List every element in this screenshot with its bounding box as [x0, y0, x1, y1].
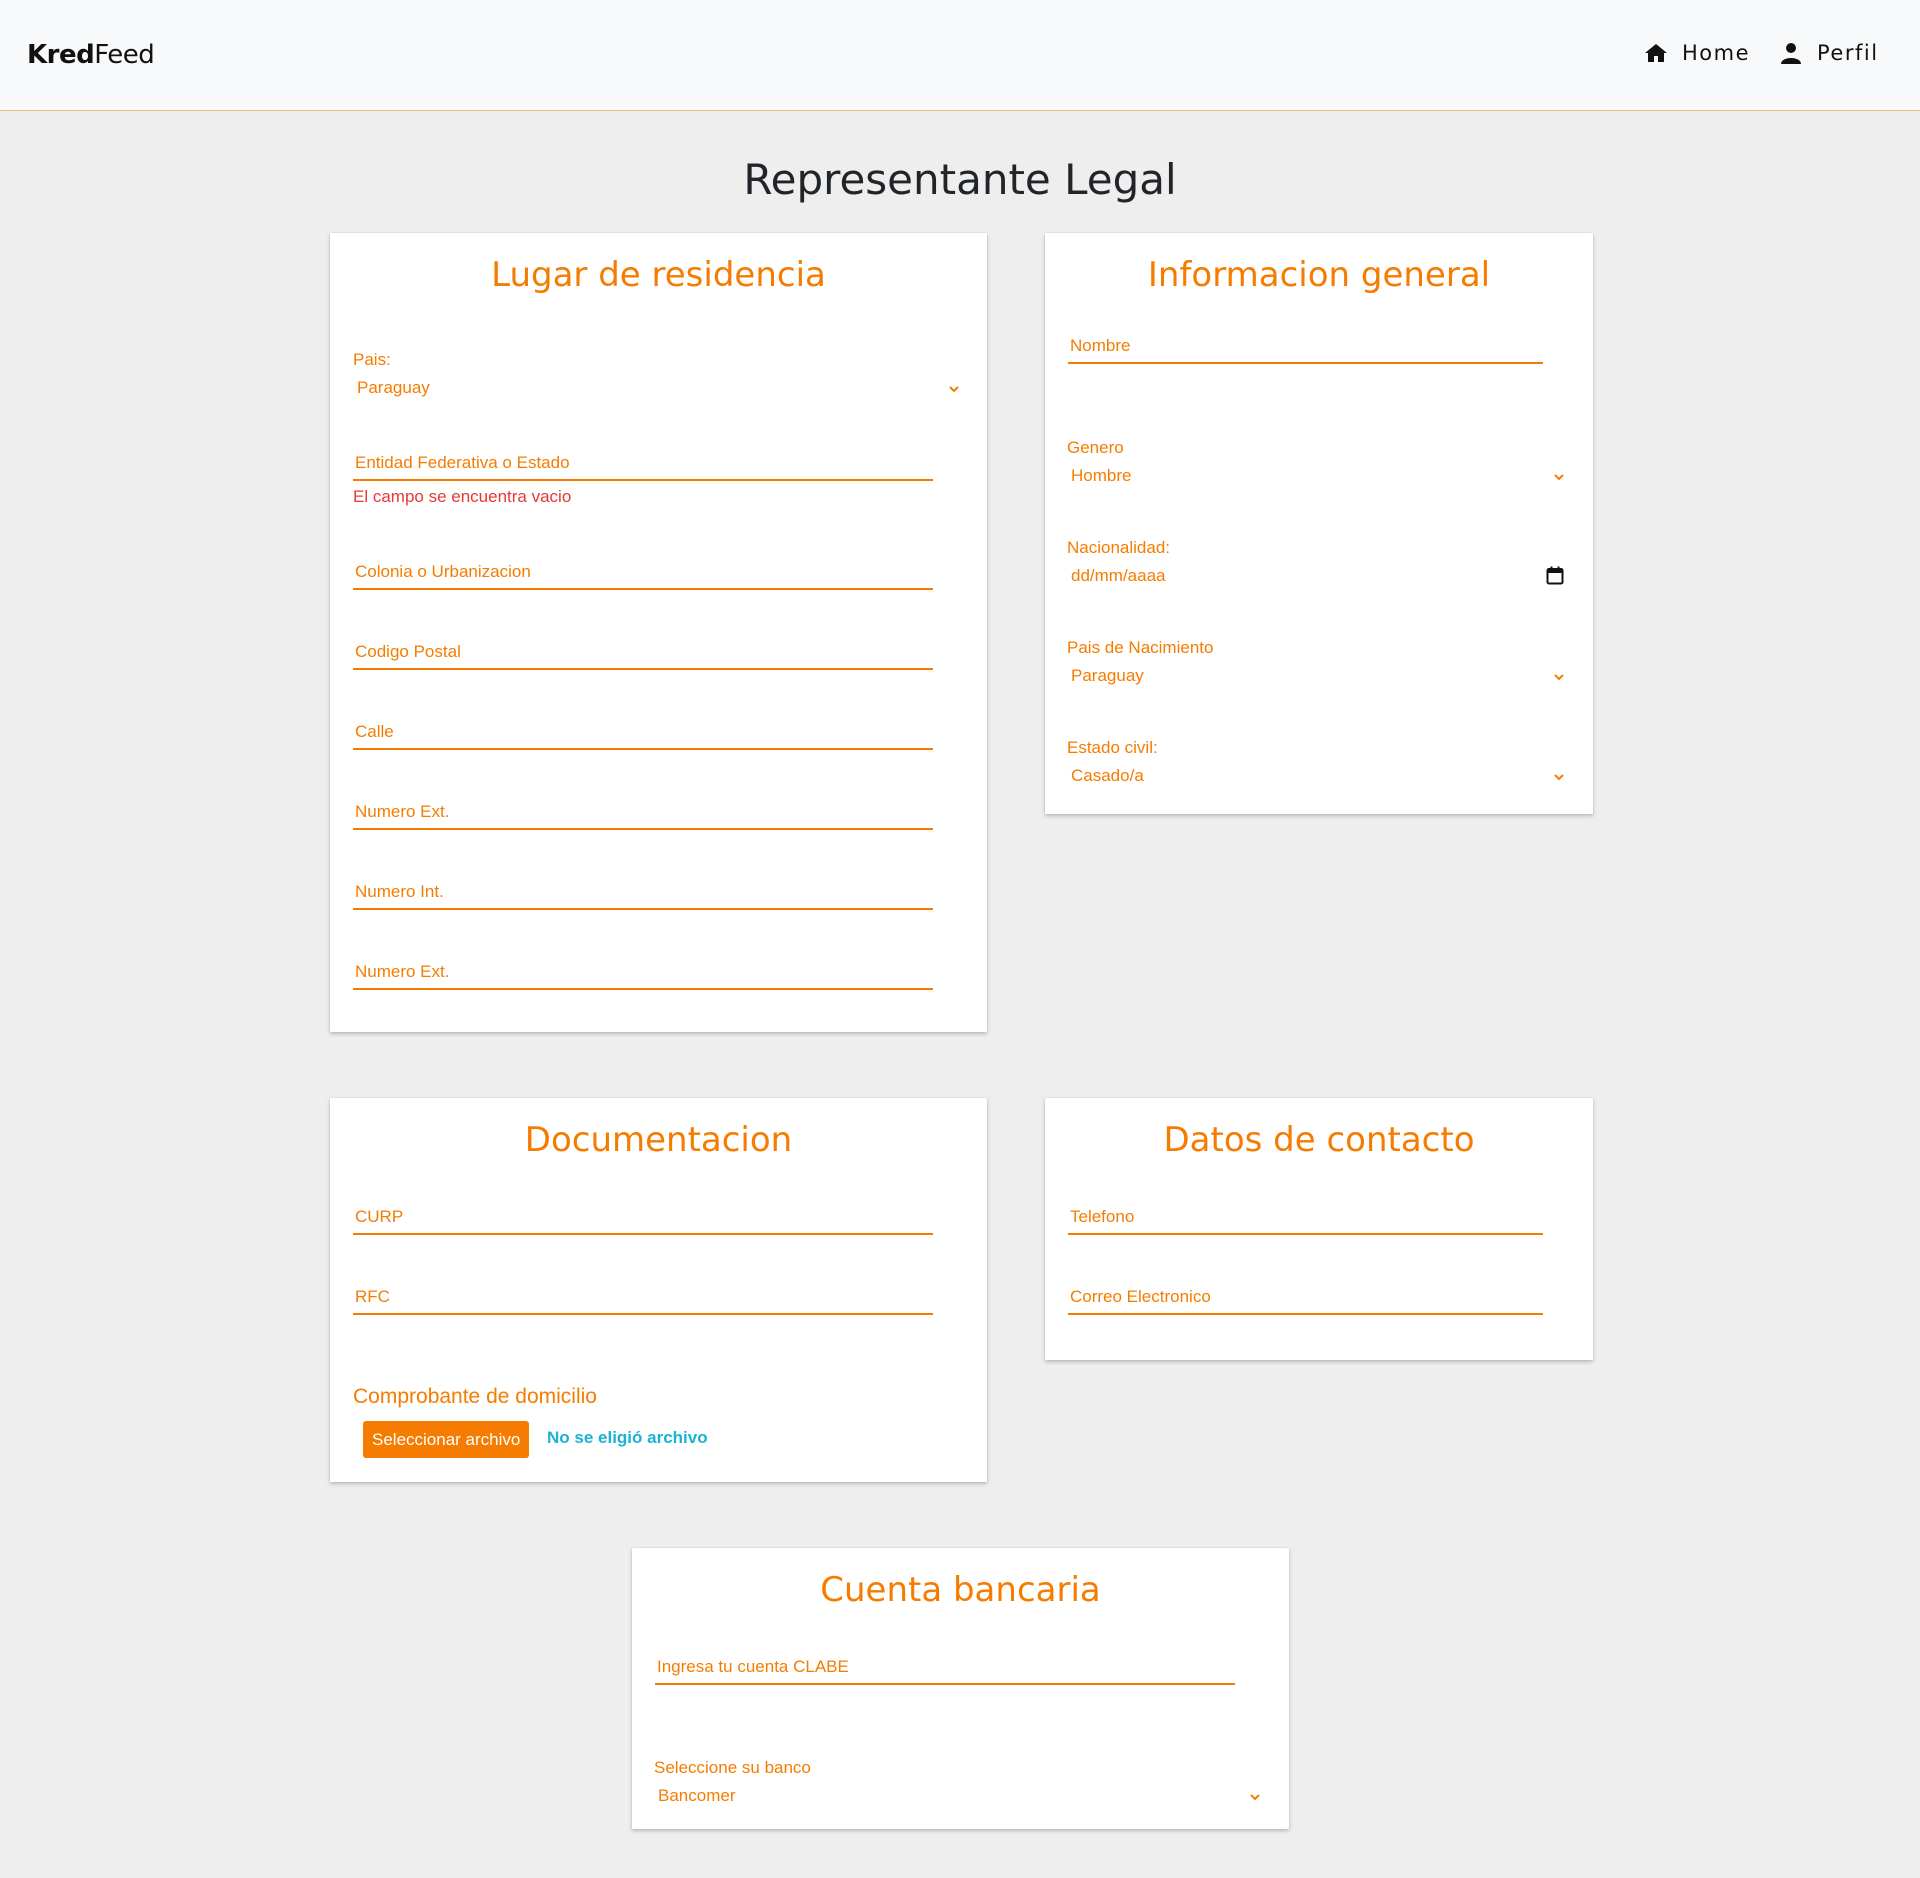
banco-label: Seleccione su banco — [654, 1758, 811, 1777]
nacionalidad-label: Nacionalidad: — [1067, 538, 1171, 557]
select-file-button[interactable]: Seleccionar archivo — [363, 1421, 530, 1458]
banco-select-value[interactable]: Bancomer — [658, 1786, 735, 1806]
rfc-field[interactable]: RFC — [353, 1285, 933, 1315]
page-title: Representante Legal — [743, 155, 1177, 204]
brand-light: Feed — [94, 40, 155, 70]
numero-ext-field[interactable]: Numero Ext. — [353, 800, 933, 830]
colonia-placeholder: Colonia o Urbanizacion — [355, 562, 531, 581]
chevron-down-icon[interactable] — [1553, 473, 1565, 481]
brand-logo[interactable]: KredFeed — [27, 40, 155, 70]
card-documentacion: Documentacion CURP RFC Comprobante de do… — [330, 1098, 987, 1482]
home-icon — [1645, 44, 1667, 62]
calendar-icon[interactable] — [1546, 566, 1564, 585]
codigo-postal-placeholder: Codigo Postal — [355, 642, 461, 661]
colonia-field[interactable]: Colonia o Urbanizacion — [353, 560, 933, 590]
nombre-field[interactable]: Nombre — [1068, 334, 1543, 364]
genero-label: Genero — [1067, 438, 1124, 457]
codigo-postal-field[interactable]: Codigo Postal — [353, 640, 933, 670]
pais-nacimiento-select-value[interactable]: Paraguay — [1071, 666, 1144, 686]
nav-profile-link[interactable]: Perfil — [1779, 41, 1879, 65]
navbar: KredFeed Home Perfil — [0, 0, 1920, 111]
correo-placeholder: Correo Electronico — [1070, 1287, 1211, 1306]
nav-profile-label: Perfil — [1817, 41, 1879, 65]
card-cuenta-bancaria: Cuenta bancaria Ingresa tu cuenta CLABE … — [632, 1548, 1289, 1829]
chevron-down-icon[interactable] — [1553, 673, 1565, 681]
nombre-placeholder: Nombre — [1070, 336, 1131, 355]
numero-int-placeholder: Numero Int. — [355, 882, 444, 901]
clabe-placeholder: Ingresa tu cuenta CLABE — [657, 1657, 849, 1676]
nav-home-link[interactable]: Home — [1644, 41, 1750, 65]
genero-select-value[interactable]: Hombre — [1071, 466, 1131, 486]
card-title: Documentacion — [524, 1120, 793, 1160]
card-title: Datos de contacto — [1163, 1120, 1475, 1160]
entidad-placeholder: Entidad Federativa o Estado — [355, 453, 570, 472]
clabe-field[interactable]: Ingresa tu cuenta CLABE — [655, 1655, 1235, 1685]
correo-field[interactable]: Correo Electronico — [1068, 1285, 1543, 1315]
nav-home-label: Home — [1682, 41, 1751, 65]
pais-select-value[interactable]: Paraguay — [357, 378, 430, 398]
card-title: Informacion general — [1147, 255, 1491, 295]
numero-int-field[interactable]: Numero Int. — [353, 880, 933, 910]
entidad-field[interactable]: Entidad Federativa o Estado — [353, 451, 933, 481]
card-datos-contacto: Datos de contacto Telefono Correo Electr… — [1045, 1098, 1593, 1360]
calle-field[interactable]: Calle — [353, 720, 933, 750]
chevron-down-icon[interactable] — [1249, 1793, 1261, 1801]
card-title: Lugar de residencia — [491, 255, 826, 295]
numero-ext-placeholder: Numero Ext. — [355, 802, 450, 821]
entidad-error: El campo se encuentra vacio — [353, 487, 572, 506]
user-icon — [1781, 43, 1801, 64]
file-status: No se eligió archivo — [547, 1428, 708, 1447]
pais-label: Pais: — [353, 350, 391, 369]
telefono-field[interactable]: Telefono — [1068, 1205, 1543, 1235]
curp-placeholder: CURP — [355, 1207, 404, 1226]
pais-nacimiento-label: Pais de Nacimiento — [1067, 638, 1214, 657]
card-residencia: Lugar de residencia Pais: Paraguay Entid… — [330, 233, 987, 1032]
card-title: Cuenta bancaria — [820, 1570, 1101, 1610]
calle-placeholder: Calle — [355, 722, 394, 741]
telefono-placeholder: Telefono — [1070, 1207, 1135, 1226]
numero-ext2-placeholder: Numero Ext. — [355, 962, 450, 981]
comprobante-heading: Comprobante de domicilio — [353, 1385, 597, 1408]
estado-civil-select-value[interactable]: Casado/a — [1071, 766, 1144, 786]
curp-field[interactable]: CURP — [353, 1205, 933, 1235]
card-informacion-general: Informacion general Nombre Genero Hombre… — [1045, 233, 1593, 814]
nacionalidad-date-value[interactable]: dd/mm/aaaa — [1071, 566, 1166, 586]
rfc-placeholder: RFC — [355, 1287, 390, 1306]
brand-bold: Kred — [27, 40, 95, 70]
estado-civil-label: Estado civil: — [1067, 738, 1158, 757]
numero-ext2-field[interactable]: Numero Ext. — [353, 960, 933, 990]
chevron-down-icon[interactable] — [1553, 773, 1565, 781]
chevron-down-icon[interactable] — [948, 385, 960, 393]
